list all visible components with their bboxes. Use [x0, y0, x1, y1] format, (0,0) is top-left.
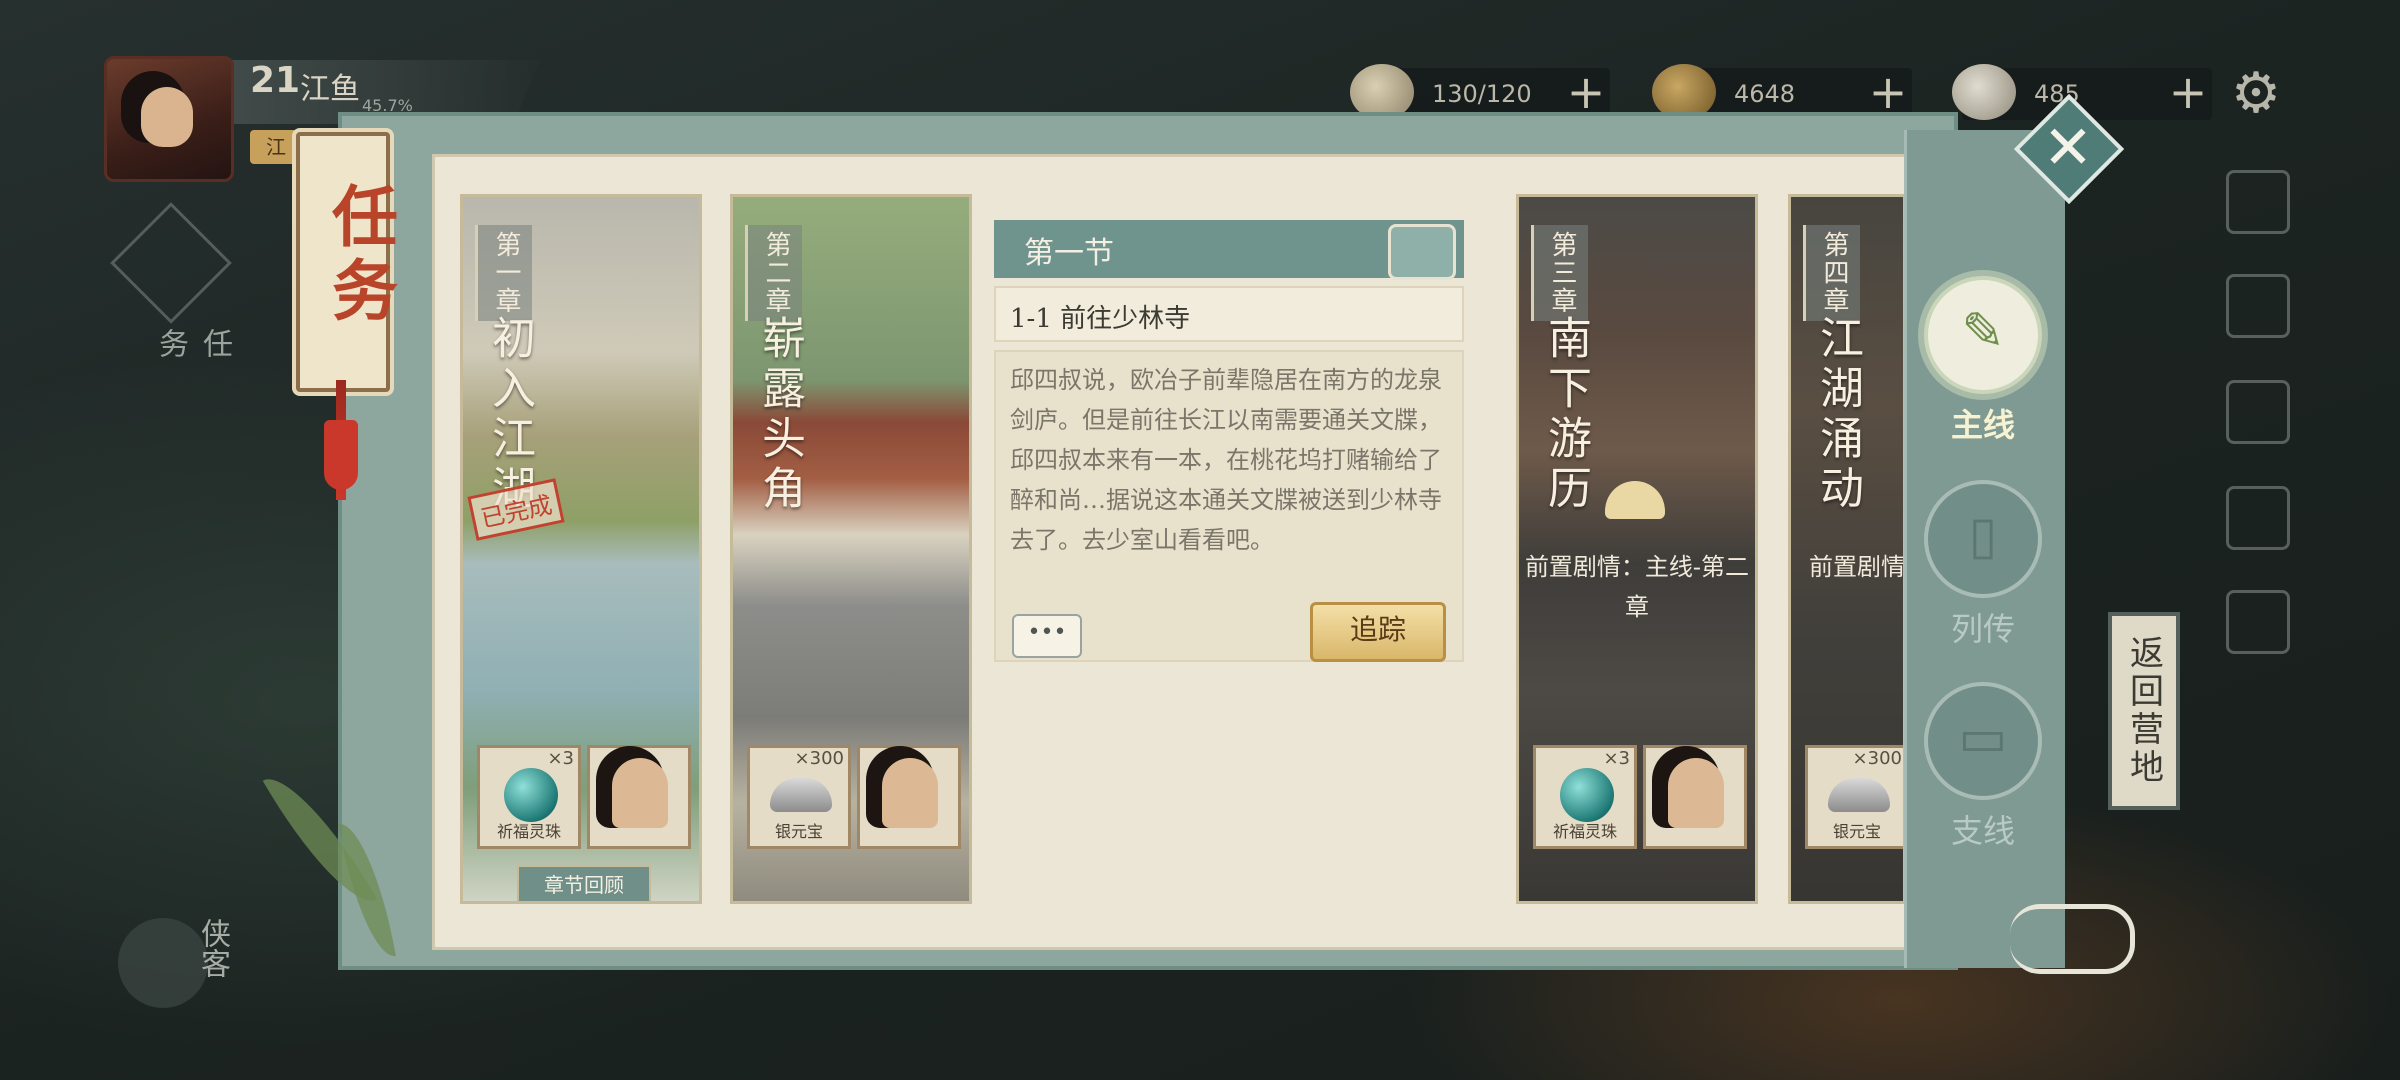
spirit-orb-icon	[1560, 768, 1614, 822]
book-icon[interactable]	[2226, 590, 2290, 654]
reward-name: 银元宝	[774, 822, 823, 841]
scroll-icon: ✎	[1924, 276, 2042, 394]
quest-nav-label: 任务	[153, 328, 232, 358]
reward-count: ×3	[547, 748, 574, 769]
chapter-4-index-box: 第四章	[1803, 225, 1860, 321]
reward-item[interactable]: ×3 祈福灵珠	[1533, 745, 1637, 849]
chapter-2-title: 崭露头角	[754, 315, 805, 515]
tab-side-quest[interactable]: ▭ 支线	[1918, 682, 2048, 852]
chapter-2-index: 第二章	[761, 231, 791, 315]
chapter-card-3[interactable]: 第三章 南下游历 前置剧情：主线-第二章 ×3 祈福灵珠	[1516, 194, 1758, 904]
player-name: 江鱼	[300, 72, 360, 107]
tab-main-story-label: 主线	[1950, 406, 2015, 444]
reward-item[interactable]: ×3 祈福灵珠	[477, 745, 581, 849]
silver-ingot-icon	[1828, 778, 1890, 812]
chapter-1-index: 第一章	[491, 231, 521, 315]
fist-icon[interactable]	[2226, 170, 2290, 234]
chapter-4-index: 第四章	[1819, 231, 1849, 315]
quest-name: 1-1 前往少林寺	[1010, 304, 1191, 334]
checklist-icon[interactable]	[2226, 486, 2290, 550]
reward-name: 祈福灵珠	[496, 822, 561, 841]
scroll-icon[interactable]	[2226, 274, 2290, 338]
chapter-3-title: 南下游历	[1540, 315, 1591, 515]
section-header: 第一节	[994, 220, 1464, 280]
reward-name: 祈福灵珠	[1552, 822, 1617, 841]
quest-title-banner: 任务	[296, 132, 399, 392]
chapter-4-title: 江湖涌动	[1812, 315, 1863, 515]
return-camp-button[interactable]: 返回营地	[2108, 612, 2180, 810]
chapter-1-index-box: 第一章	[475, 225, 532, 321]
quest-nav-icon	[110, 202, 232, 324]
silver-ingot-icon	[770, 778, 832, 812]
treasure-chest-icon[interactable]	[1388, 224, 1456, 280]
quest-description: 邱四叔说，欧冶子前辈隐居在南方的龙泉剑庐。但是前往长江以南需要通关文牒，邱四叔本…	[1010, 366, 1442, 554]
avatar[interactable]	[104, 56, 234, 182]
character-portrait	[1668, 758, 1724, 828]
card-icon: ▭	[1924, 682, 2042, 800]
reward-count: ×300	[794, 748, 844, 769]
add-stamina-button[interactable]: +	[1562, 69, 1610, 118]
book-icon: ▯	[1924, 480, 2042, 598]
hero-nav-label: 侠客	[195, 918, 230, 978]
chapter-4-prereq: 前置剧情：第三章、雄	[1809, 553, 1905, 581]
chapter-card-4[interactable]: 第四章 江湖涌动 前置剧情：第三章、雄 ×300 银元宝	[1788, 194, 1906, 904]
reward-character[interactable]	[587, 745, 691, 849]
section-title: 第一节	[1024, 236, 1114, 271]
list-icon[interactable]	[2226, 380, 2290, 444]
quest-name-row: 1-1 前往少林寺	[994, 286, 1464, 342]
chapter-card-1[interactable]: 第一章 初入江湖 已完成 ×3 祈福灵珠 章节回顾	[460, 194, 702, 904]
chapter-review-button[interactable]: 章节回顾	[517, 865, 651, 901]
silver-ingot-icon	[1952, 64, 2016, 120]
tab-main-story[interactable]: ✎ 主线	[1918, 276, 2048, 446]
tab-side-quest-label: 支线	[1950, 812, 2015, 850]
chapter-2-index-box: 第二章	[745, 225, 802, 321]
close-icon[interactable]: ✕	[2030, 110, 2106, 186]
tab-biography[interactable]: ▯ 列传	[1918, 480, 2048, 650]
spirit-orb-icon	[504, 768, 558, 822]
reward-count: ×3	[1603, 748, 1630, 769]
reward-name: 银元宝	[1832, 822, 1881, 841]
reward-item[interactable]: ×300 银元宝	[1805, 745, 1903, 849]
chapter-3-index: 第三章	[1547, 231, 1577, 315]
quest-nav[interactable]: 任务	[110, 202, 232, 358]
add-silver-button[interactable]: +	[2164, 69, 2212, 118]
add-copper-button[interactable]: +	[1864, 69, 1912, 118]
character-portrait	[612, 758, 668, 828]
chapter-card-2[interactable]: 第二章 崭露头角 ×300 银元宝	[730, 194, 972, 904]
track-button[interactable]: 追踪	[1310, 602, 1446, 662]
reward-item[interactable]: ×300 银元宝	[747, 745, 851, 849]
tassel-decoration	[324, 420, 358, 490]
player-level: 21	[250, 60, 301, 101]
dialogue-button[interactable]: •••	[1012, 614, 1082, 658]
chapter-3-prereq: 前置剧情：主线-第二章	[1524, 553, 1750, 621]
character-portrait	[882, 758, 938, 828]
stamina-value: 130/120	[1432, 80, 1532, 108]
reward-count: ×300	[1852, 748, 1902, 769]
copper-value: 4648	[1734, 80, 1796, 108]
reward-character[interactable]	[857, 745, 961, 849]
gear-icon[interactable]: ⚙	[2226, 64, 2286, 124]
page-title: 任务	[321, 182, 399, 330]
cloud-decoration	[2010, 904, 2135, 974]
chapter-3-index-box: 第三章	[1531, 225, 1588, 321]
tab-biography-label: 列传	[1950, 610, 2015, 648]
reward-character[interactable]	[1643, 745, 1747, 849]
